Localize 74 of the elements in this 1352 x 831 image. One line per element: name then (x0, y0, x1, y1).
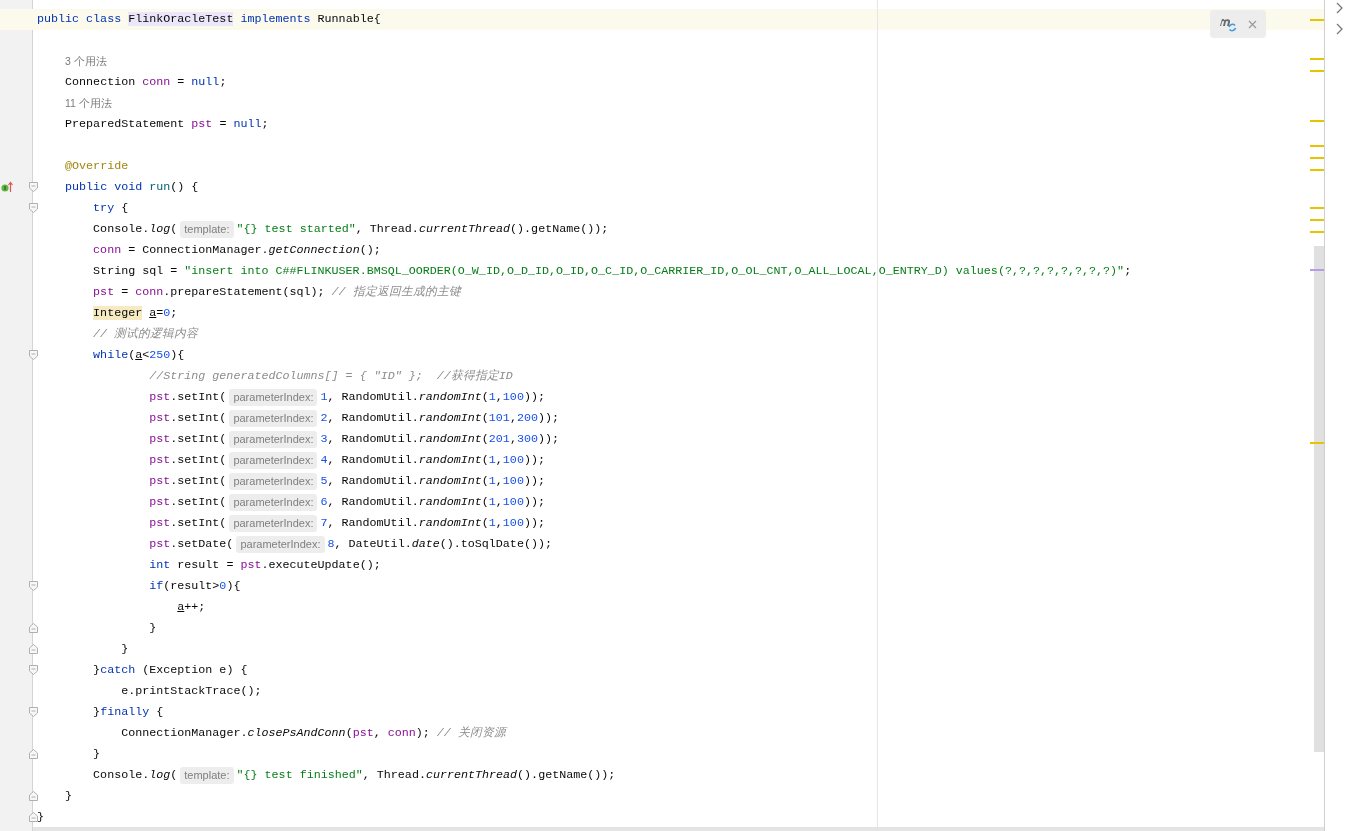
code-text: 8, DateUtil.date().toSqlDate()); (327, 535, 552, 553)
code-text: } (149, 619, 157, 637)
code-text: pst.setInt( (149, 493, 227, 511)
code-text: } (37, 808, 44, 826)
fold-icon[interactable] (29, 203, 38, 213)
code-text: public void run() { (65, 178, 199, 196)
code-text: Console.log( (93, 766, 178, 784)
fold-icon[interactable] (29, 623, 38, 633)
code-text: pst.setInt( (149, 430, 227, 448)
usage-hint[interactable]: 11 个用法 (65, 95, 112, 112)
parameter-hint: parameterIndex: (229, 515, 318, 532)
code-text: ConnectionManager.closePsAndConn(pst, conn); // 关闭资源 (121, 724, 506, 742)
code-text: Integer a=0; (93, 304, 178, 322)
code-text: //String generatedColumns[] = { "ID" }; //获得指定ID (149, 367, 513, 385)
code-text: String sql = "insert into C##FLINKUSER.BMSQL_OORDER(O_W_ID,O_D_ID,O_ID,O_C_ID,O_CARRIER_ID,O_OL_CNT,O_ALL_LOCAL,O_ENTRY_D) values(?,?,?,?,?,?,?,?)"; (93, 262, 1132, 280)
code-text: "{} test finished", Thread.currentThread().getName()); (236, 766, 616, 784)
maven-reload-icon[interactable] (1219, 16, 1238, 32)
code-text: int result = pst.executeUpdate(); (149, 556, 381, 574)
code-text: public class FlinkOracleTest implements Runnable{ (37, 10, 381, 28)
code-text: } (93, 745, 101, 763)
fold-icon[interactable] (29, 812, 38, 822)
fold-icon[interactable] (29, 665, 38, 675)
code-text: pst.setInt( (149, 388, 227, 406)
parameter-hint: parameterIndex: (229, 389, 318, 406)
code-text: 2, RandomUtil.randomInt(101,200)); (320, 409, 559, 427)
parameter-hint: parameterIndex: (229, 431, 318, 448)
code-text: Console.log( (93, 220, 178, 238)
parameter-hint: parameterIndex: (229, 452, 318, 469)
fold-icon[interactable] (29, 749, 38, 759)
fold-icon[interactable] (29, 581, 38, 591)
fold-icon[interactable] (29, 707, 38, 717)
chevron-right-icon[interactable] (1334, 23, 1343, 35)
usage-hint[interactable]: 3 个用法 (65, 53, 107, 70)
close-icon[interactable] (1247, 19, 1257, 29)
implements-marker-icon[interactable] (1, 181, 13, 193)
code-text: Connection conn = null; (65, 73, 227, 91)
code-text: }finally { (93, 703, 164, 721)
code-text: conn = ConnectionManager.getConnection(); (93, 241, 381, 259)
fold-icon[interactable] (29, 791, 38, 801)
parameter-hint: parameterIndex: (229, 494, 318, 511)
code-text: pst.setInt( (149, 451, 227, 469)
code-text: @Override (65, 157, 129, 175)
code-text: "{} test started", Thread.currentThread().getName()); (236, 220, 609, 238)
parameter-hint: parameterIndex: (229, 473, 318, 490)
code-text: } (65, 787, 73, 805)
code-text: 5, RandomUtil.randomInt(1,100)); (320, 472, 545, 490)
code-text: pst.setInt( (149, 472, 227, 490)
parameter-hint: parameterIndex: (236, 536, 325, 553)
code-text: a++; (177, 598, 206, 616)
code-text: e.printStackTrace(); (121, 682, 262, 700)
code-text: pst.setInt( (149, 514, 227, 532)
fold-icon[interactable] (29, 182, 38, 192)
code-text: pst = conn.prepareStatement(sql); // 指定返回生成的主键 (93, 283, 461, 301)
fold-icon[interactable] (29, 644, 38, 654)
code-text: 1, RandomUtil.randomInt(1,100)); (320, 388, 545, 406)
code-text: pst.setInt( (149, 409, 227, 427)
parameter-hint: template: (180, 767, 234, 784)
code-text: 4, RandomUtil.randomInt(1,100)); (320, 451, 545, 469)
code-text: }catch (Exception e) { (93, 661, 248, 679)
code-text: } (121, 640, 129, 658)
scrollbar-thumb[interactable] (1314, 246, 1324, 752)
code-text: while(a<250){ (93, 346, 185, 364)
chevron-right-icon[interactable] (1334, 2, 1343, 14)
code-text: // 测试的逻辑内容 (93, 325, 199, 343)
fold-icon[interactable] (29, 350, 38, 360)
code-text: PreparedStatement pst = null; (65, 115, 269, 133)
code-text: try { (93, 199, 129, 217)
parameter-hint: parameterIndex: (229, 410, 318, 427)
code-text: 6, RandomUtil.randomInt(1,100)); (320, 493, 545, 511)
code-text: 3, RandomUtil.randomInt(201,300)); (320, 430, 559, 448)
code-text: 7, RandomUtil.randomInt(1,100)); (320, 514, 545, 532)
code-text: pst.setDate( (149, 535, 234, 553)
parameter-hint: template: (180, 221, 234, 238)
code-text: if(result>0){ (149, 577, 241, 595)
